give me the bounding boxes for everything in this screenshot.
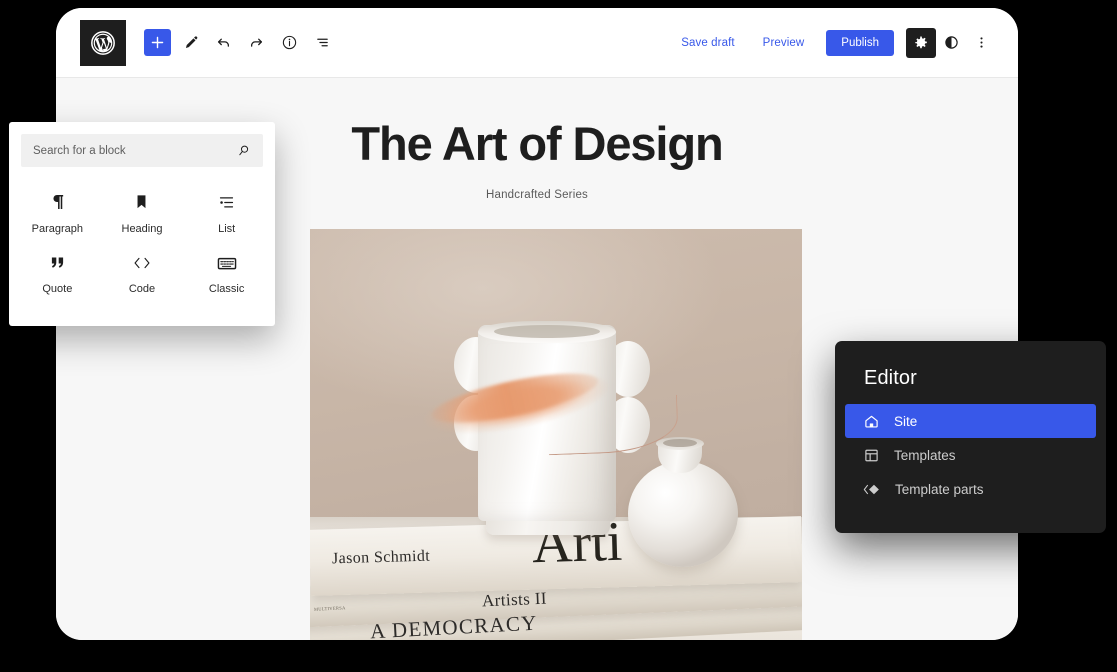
pencil-icon[interactable] xyxy=(177,29,204,56)
vase-opening xyxy=(663,439,697,447)
block-label: Heading xyxy=(121,223,163,235)
block-item-list[interactable]: List xyxy=(184,189,269,235)
block-label: Paragraph xyxy=(31,223,84,235)
sidebar-item-templates[interactable]: Templates xyxy=(845,438,1096,472)
sidebar-item-label: Templates xyxy=(894,447,956,463)
search-icon[interactable] xyxy=(236,143,251,158)
gear-icon[interactable] xyxy=(906,27,936,58)
book-title-two-text: Artists II xyxy=(481,588,548,611)
sidebar-item-label: Site xyxy=(894,413,918,429)
block-label: Classic xyxy=(208,283,245,295)
sidebar-item-label: Template parts xyxy=(895,481,984,497)
editor-navigation-panel: Editor Site Templates Template parts xyxy=(835,341,1106,533)
block-label: List xyxy=(218,223,236,235)
still-life-photo[interactable]: Arti Jason Schmidt Artists II A DEMOCRAC… xyxy=(310,229,802,640)
wordpress-logo-icon[interactable] xyxy=(80,19,126,66)
toolbar-left-group xyxy=(144,29,336,56)
editor-panel-title: Editor xyxy=(864,367,917,389)
block-item-heading[interactable]: Heading xyxy=(100,189,185,235)
block-item-quote[interactable]: Quote xyxy=(15,249,100,295)
screenshot-stage: Save draft Preview Publish The Art of De… xyxy=(0,0,1117,672)
block-inserter-panel: Paragraph Heading xyxy=(9,122,275,326)
layout-grid-icon xyxy=(863,447,880,464)
home-icon xyxy=(863,413,880,430)
block-label: Code xyxy=(128,283,156,295)
classic-keyboard-icon xyxy=(217,249,237,271)
preview-button[interactable]: Preview xyxy=(749,37,819,49)
list-icon xyxy=(218,189,235,211)
quote-marks-icon xyxy=(49,249,66,271)
book-author-text: Jason Schmidt xyxy=(331,547,431,568)
editor-panel-list: Site Templates Template parts xyxy=(835,404,1106,506)
save-draft-button[interactable]: Save draft xyxy=(667,37,748,49)
info-circle-icon[interactable] xyxy=(276,29,303,56)
search-input[interactable] xyxy=(33,144,236,157)
redo-arrow-icon[interactable] xyxy=(243,29,270,56)
block-search-row[interactable] xyxy=(21,134,263,167)
list-view-icon[interactable] xyxy=(309,29,336,56)
contrast-half-circle-icon[interactable] xyxy=(936,28,966,58)
heading-bookmark-icon xyxy=(134,189,149,211)
block-item-paragraph[interactable]: Paragraph xyxy=(15,189,100,235)
code-angle-brackets-icon xyxy=(132,249,152,271)
sidebar-item-template-parts[interactable]: Template parts xyxy=(845,472,1096,506)
editor-toolbar: Save draft Preview Publish xyxy=(56,8,1018,78)
paragraph-pilcrow-icon xyxy=(50,189,65,211)
diamond-layers-icon xyxy=(863,481,881,498)
publish-button[interactable]: Publish xyxy=(826,29,894,56)
vase-body xyxy=(628,461,738,567)
add-block-button[interactable] xyxy=(144,29,171,56)
block-type-grid: Paragraph Heading List Quote Code Classi… xyxy=(9,167,275,295)
undo-arrow-icon[interactable] xyxy=(210,29,237,56)
block-label: Quote xyxy=(42,283,73,295)
photo-inner: Arti Jason Schmidt Artists II A DEMOCRAC… xyxy=(310,229,802,640)
toolbar-right-group: Save draft Preview Publish xyxy=(667,27,996,58)
sidebar-item-site[interactable]: Site xyxy=(845,404,1096,438)
block-item-classic[interactable]: Classic xyxy=(184,249,269,295)
block-item-code[interactable]: Code xyxy=(100,249,185,295)
mug-rim-opening xyxy=(494,325,600,338)
three-dots-vertical-icon[interactable] xyxy=(966,28,996,58)
